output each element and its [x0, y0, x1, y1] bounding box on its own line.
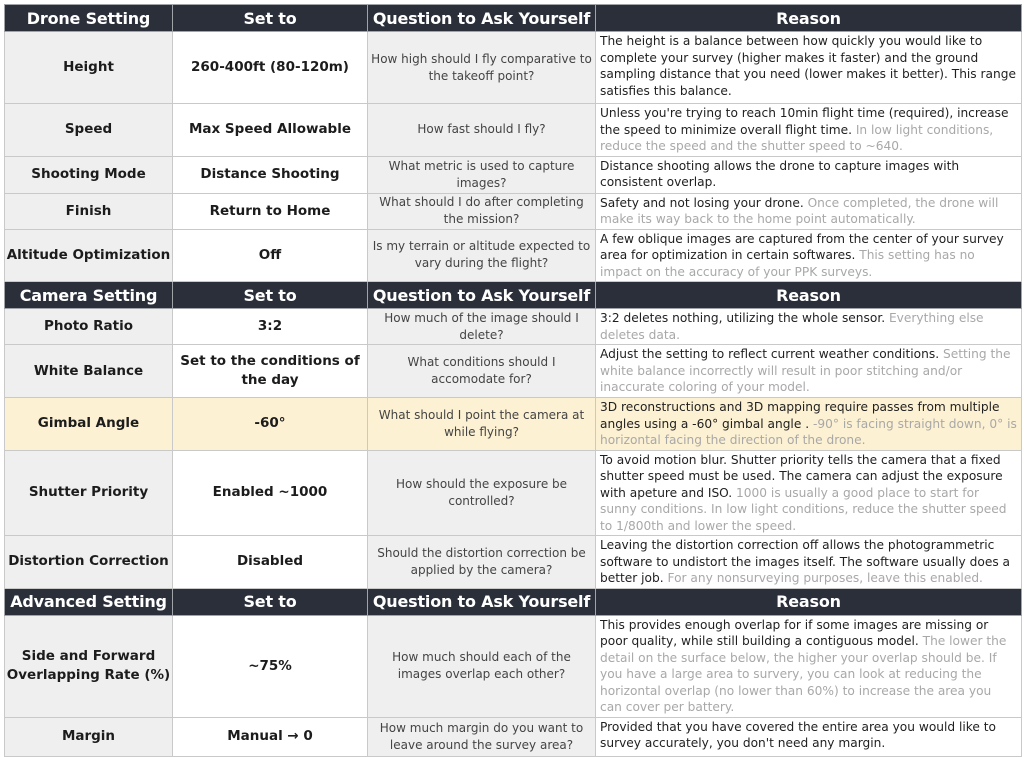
reason-cell: Adjust the setting to reflect current we…	[595, 344, 1022, 398]
setting-name: Margin	[4, 716, 173, 757]
setting-column-header: Advanced Setting	[4, 587, 173, 616]
question-text: How high should I fly comparative to the…	[367, 31, 596, 104]
reason-cell: Leaving the distortion correction off al…	[595, 535, 1022, 589]
setting-value: Max Speed Allowable	[172, 103, 368, 157]
question-text: How much margin do you want to leave aro…	[367, 716, 596, 757]
table-row: Height 260-400ft (80-120m) How high should…	[4, 31, 1022, 104]
setting-name: Gimbal Angle	[4, 397, 173, 451]
question-text: How much should each of the images overl…	[367, 614, 596, 718]
setting-name: Photo Ratio	[4, 308, 173, 345]
set-to-column-header: Set to	[172, 587, 368, 616]
reason-column-header: Reason	[595, 281, 1022, 309]
table-row: White Balance Set to the conditions of th…	[4, 344, 1022, 398]
setting-value: -60°	[172, 397, 368, 451]
question-text: How should the exposure be controlled?	[367, 449, 596, 536]
question-text: Should the distortion correction be appl…	[367, 535, 596, 589]
reason-cell: Unless you're trying to reach 10min flig…	[595, 103, 1022, 157]
advanced-section-header: Advanced Setting Set to Question to Ask Yo…	[4, 587, 1022, 616]
reason-text: 3:2 deletes nothing, utilizing the whole…	[600, 311, 889, 325]
reason-column-header: Reason	[595, 587, 1022, 616]
reason-cell: This provides enough overlap for if some…	[595, 614, 1022, 718]
setting-value: Return to Home	[172, 192, 368, 230]
table-row: Shutter Priority Enabled ~1000 How should …	[4, 449, 1022, 536]
reason-text: Safety and not losing your drone.	[600, 195, 808, 210]
setting-value: Set to the conditions of the day	[172, 344, 368, 398]
setting-column-header: Camera Setting	[4, 281, 173, 309]
setting-value: Disabled	[172, 535, 368, 589]
setting-column-header: Drone Setting	[4, 4, 173, 32]
question-column-header: Question to Ask Yourself	[367, 281, 596, 309]
setting-name: Side and Forward Overlapping Rate (%)	[4, 614, 173, 718]
reason-text: The height is a balance between how quic…	[600, 34, 1016, 98]
table-row: Shooting Mode Distance Shooting What metri…	[4, 155, 1022, 194]
reason-cell: A few oblique images are captured from t…	[595, 228, 1022, 282]
question-text: How fast should I fly?	[367, 103, 596, 157]
setting-value: 3:2	[172, 308, 368, 345]
question-column-header: Question to Ask Yourself	[367, 587, 596, 616]
drone-section-header: Drone Setting Set to Question to Ask Yours…	[4, 4, 1022, 32]
setting-name: Height	[4, 31, 173, 104]
setting-name: Shutter Priority	[4, 449, 173, 536]
table-row: Finish Return to Home What should I do aft…	[4, 192, 1022, 230]
reason-text: Provided that you have covered the entir…	[600, 719, 997, 751]
table-row: Gimbal Angle -60° What should I point the …	[4, 397, 1022, 451]
question-text: What conditions should I accomodate for?	[367, 344, 596, 398]
question-column-header: Question to Ask Yourself	[367, 4, 596, 32]
drone-settings-table: Drone Setting Set to Question to Ask Yours…	[4, 4, 1022, 757]
setting-value: Distance Shooting	[172, 155, 368, 194]
question-text: Is my terrain or altitude expected to va…	[367, 228, 596, 282]
table-row: Margin Manual → 0 How much margin do you w…	[4, 716, 1022, 757]
setting-name: Distortion Correction	[4, 535, 173, 589]
table-row: Altitude Optimization Off Is my terrain or…	[4, 228, 1022, 282]
reason-cell: Provided that you have covered the entir…	[595, 716, 1022, 757]
reason-cell: 3:2 deletes nothing, utilizing the whole…	[595, 308, 1022, 345]
question-text: What should I do after completing the mi…	[367, 192, 596, 230]
setting-value: 260-400ft (80-120m)	[172, 31, 368, 104]
setting-value: Enabled ~1000	[172, 449, 368, 536]
setting-name: Finish	[4, 192, 173, 230]
camera-section-header: Camera Setting Set to Question to Ask Your…	[4, 281, 1022, 309]
setting-value: ~75%	[172, 614, 368, 718]
setting-value: Off	[172, 228, 368, 282]
reason-column-header: Reason	[595, 4, 1022, 32]
reason-cell: 3D reconstructions and 3D mapping requir…	[595, 397, 1022, 451]
question-text: What metric is used to capture images?	[367, 155, 596, 194]
setting-value: Manual → 0	[172, 716, 368, 757]
reason-text: Adjust the setting to reflect current we…	[600, 347, 943, 361]
reason-cell: To avoid motion blur. Shutter priority t…	[595, 449, 1022, 536]
question-text: How much of the image should I delete?	[367, 308, 596, 345]
setting-name: Shooting Mode	[4, 155, 173, 194]
setting-name: Altitude Optimization	[4, 228, 173, 282]
reason-cell: Safety and not losing your drone. Once c…	[595, 192, 1022, 230]
set-to-column-header: Set to	[172, 281, 368, 309]
reason-text: Distance shooting allows the drone to ca…	[600, 158, 960, 190]
setting-name: White Balance	[4, 344, 173, 398]
table-row: Side and Forward Overlapping Rate (%) ~75…	[4, 614, 1022, 718]
question-text: What should I point the camera at while …	[367, 397, 596, 451]
setting-name: Speed	[4, 103, 173, 157]
table-row: Photo Ratio 3:2 How much of the image shou…	[4, 308, 1022, 345]
set-to-column-header: Set to	[172, 4, 368, 32]
reason-cell: Distance shooting allows the drone to ca…	[595, 155, 1022, 194]
table-row: Distortion Correction Disabled Should the …	[4, 535, 1022, 589]
table-row: Speed Max Speed Allowable How fast should …	[4, 103, 1022, 157]
reason-cell: The height is a balance between how quic…	[595, 31, 1022, 104]
reason-note: For any nonsurveying purposes, leave thi…	[667, 571, 983, 585]
